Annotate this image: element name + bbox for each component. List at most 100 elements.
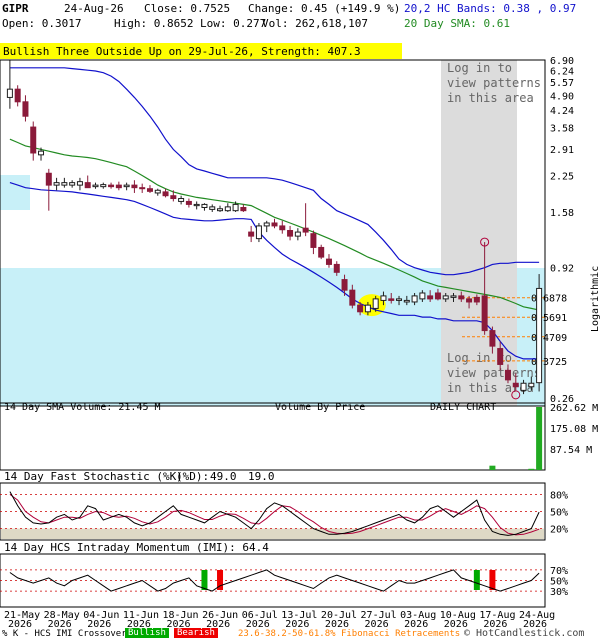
volume-y-tick: 262.62 M <box>550 403 598 414</box>
candle-body <box>341 279 348 291</box>
stochastic-y-tick: 80% <box>550 490 568 501</box>
candle-body <box>139 187 146 190</box>
candle-body <box>504 369 511 381</box>
stochastic-d-value: 19.0 <box>248 470 275 483</box>
candle-body <box>154 189 161 194</box>
price-y-tick: 2.25 <box>550 172 574 183</box>
candle-body <box>388 298 395 301</box>
candle-body <box>92 184 99 188</box>
candle-body <box>146 188 153 192</box>
price-y-tick: 0.92 <box>550 264 574 275</box>
candle-body <box>310 233 317 248</box>
candle-body <box>403 299 410 303</box>
volume-bar <box>536 407 543 470</box>
imi-y-tick: 70% <box>550 566 568 577</box>
candle-body <box>6 88 13 98</box>
candle-body <box>287 230 294 237</box>
legend-bearish: Bearish <box>174 628 218 638</box>
locked-area-text-bottom: view patterns <box>447 366 541 380</box>
price-y-tick: 1.58 <box>550 208 574 219</box>
candle-body <box>497 348 504 365</box>
candle-body <box>364 304 371 313</box>
legend-prefix: % K - HCS IMI Crossover: <box>2 629 133 639</box>
candle-body <box>325 258 332 265</box>
candle-body <box>481 295 488 332</box>
legend-bullish: Bullish <box>125 628 169 638</box>
volume-bar <box>489 465 496 470</box>
stochastic-y-tick: 20% <box>550 525 568 536</box>
candle-body <box>380 295 387 301</box>
locked-area-text-top: Log in to <box>447 61 512 75</box>
imi-line <box>9 569 540 592</box>
candle-body <box>473 296 480 303</box>
candle-body <box>466 298 473 303</box>
stochastic-oversold-band <box>1 528 544 539</box>
candle-body <box>38 150 45 156</box>
candle-body <box>349 289 356 306</box>
price-y-tick: 5.57 <box>550 78 574 89</box>
candle-body <box>271 222 278 227</box>
volume-by-price-bar-upper <box>0 175 30 210</box>
candle-body <box>108 184 115 188</box>
imi-bullish-marker <box>201 570 208 590</box>
locked-area-text-top: in this area <box>447 91 534 105</box>
candle-body <box>209 206 216 210</box>
imi-bearish-marker <box>489 570 496 590</box>
legend-fibonacci: 23.6-38.2-50-61.8% Fibonacci Retracement… <box>238 629 461 639</box>
candle-body <box>61 182 68 186</box>
candle-body <box>185 200 192 205</box>
candle-body <box>396 298 403 301</box>
candle-body <box>442 295 449 300</box>
candle-body <box>489 330 496 347</box>
imi-y-tick: 30% <box>550 587 568 598</box>
candle-body <box>45 172 52 186</box>
candle-body <box>224 206 231 212</box>
locked-area-text-top: view patterns <box>447 76 541 90</box>
copyright-link[interactable]: © HotCandlestick.com <box>464 628 584 639</box>
volume-y-tick: 175.08 M <box>550 424 598 435</box>
candle-body <box>123 184 130 188</box>
candle-body <box>294 231 301 237</box>
candle-body <box>302 227 309 233</box>
candle-body <box>528 382 535 388</box>
candle-body <box>14 88 21 103</box>
price-y-tick: 4.24 <box>550 106 574 117</box>
candle-body <box>178 198 185 202</box>
candle-body <box>30 126 37 154</box>
candle-body <box>512 382 519 388</box>
stochastic-k-value: 49.0 <box>210 470 237 483</box>
candle-body <box>536 287 543 384</box>
candle-body <box>411 295 418 303</box>
candle-body <box>115 184 122 189</box>
candle-body <box>193 203 200 207</box>
volume-by-price-label: Volume By Price <box>275 402 365 413</box>
candle-body <box>53 182 60 186</box>
price-y-tick: 3.58 <box>550 124 574 135</box>
candle-body <box>131 184 138 189</box>
stock-chart: Log in toLog in toview patternsview patt… <box>0 56 600 630</box>
candle-body <box>69 182 76 186</box>
candle-body <box>458 295 465 300</box>
candle-body <box>248 231 255 237</box>
candle-body <box>450 295 457 298</box>
candle-body <box>217 208 224 212</box>
price-y-tick: 4.90 <box>550 91 574 102</box>
price-y-tick: 2.91 <box>550 145 574 156</box>
volume-bar <box>528 468 535 470</box>
candle-body <box>162 191 169 197</box>
imi-bullish-marker <box>473 570 480 590</box>
candle-body <box>255 225 262 240</box>
stochastic-y-tick: 50% <box>550 508 568 519</box>
candle-body <box>279 225 286 231</box>
candle-body <box>232 203 239 212</box>
candle-body <box>419 292 426 300</box>
imi-y-tick: 50% <box>550 577 568 588</box>
candle-body <box>170 195 177 200</box>
imi-panel-title: 14 Day HCS Intraday Momentum (IMI): 64.4 <box>4 541 269 554</box>
stochastic-d-label: (%D): <box>176 470 209 483</box>
volume-panel-frame <box>0 402 546 471</box>
candle-body <box>76 181 83 186</box>
candle-body <box>201 203 208 208</box>
candle-body <box>84 182 91 189</box>
price-y-tick: 6.90 <box>550 56 574 67</box>
